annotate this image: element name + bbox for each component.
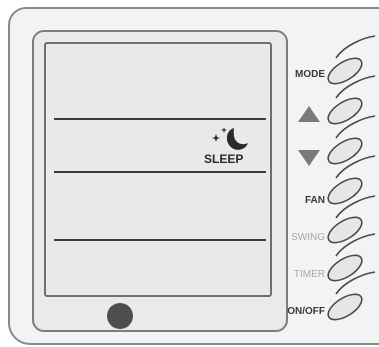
mode-button[interactable] <box>324 35 376 89</box>
button-column <box>324 35 376 321</box>
